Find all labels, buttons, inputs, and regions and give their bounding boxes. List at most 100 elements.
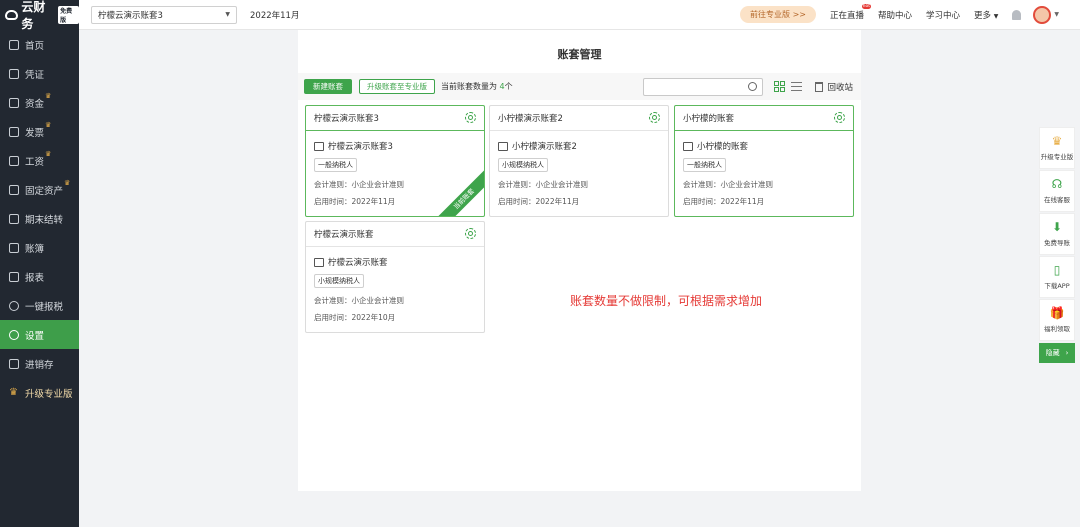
account-count-suffix: 个: [504, 82, 513, 91]
account-select[interactable]: 柠檬云演示账套3 ▼: [91, 5, 237, 24]
sidebar-item-ledger[interactable]: 账簿: [0, 233, 79, 262]
hide-label: 隐藏: [1045, 349, 1060, 357]
account-card[interactable]: 柠檬云演示账套 柠檬云演示账套 小规模纳税人 会计准则：小企业会计准则 启用时间…: [305, 221, 485, 333]
fund-icon: [9, 97, 19, 108]
chevron-down-icon: ▼: [993, 12, 999, 20]
sidebar-item-label: 设置: [25, 330, 45, 342]
gear-icon[interactable]: [465, 228, 476, 239]
sidebar-item-fixed-asset[interactable]: 固定资产 ♛: [0, 175, 79, 204]
chevron-down-icon[interactable]: ▼: [1054, 11, 1059, 18]
search-input[interactable]: [643, 77, 764, 96]
crown-icon: ♛: [1051, 134, 1063, 148]
card-header: 柠檬云演示账套: [306, 222, 484, 247]
crown-icon: ♛: [45, 150, 52, 158]
sidebar: 云财务 免费版 首页 凭证 资金 ♛ 发票 ♛ 工资 ♛ 固定资产 ♛ 期末结转 账簿 …: [0, 0, 79, 527]
accounting-standard: 会计准则：小企业会计准则: [314, 180, 404, 189]
sidebar-item-inventory[interactable]: 进销存: [0, 349, 79, 378]
account-management-panel: 账套管理 新建账套 升级账套至专业版 当前账套数量为 4个 回收站 柠檬云演示账…: [298, 30, 861, 491]
account-name: 小柠檬的账套: [697, 142, 749, 152]
salary-icon: [9, 155, 19, 166]
float-upgrade-pro[interactable]: ♛ 升级专业版: [1039, 127, 1075, 169]
list-view-icon[interactable]: [791, 82, 803, 91]
crown-icon: ♛: [64, 179, 71, 187]
annotation-note: 账套数量不做限制，可根据需求增加: [570, 294, 763, 308]
grid-view-icon[interactable]: [774, 81, 786, 92]
account-card[interactable]: 小柠檬演示账套2 小柠檬演示账套2 小规模纳税人 会计准则：小企业会计准则 启用…: [489, 105, 669, 217]
new-account-button[interactable]: 新建账套: [304, 79, 352, 94]
account-card[interactable]: 小柠檬的账套 小柠檬的账套 一般纳税人 会计准则：小企业会计准则 启用时间：20…: [674, 105, 854, 217]
float-online-service[interactable]: ☊ 在线客服: [1039, 170, 1075, 212]
toolbar: 新建账套 升级账套至专业版 当前账套数量为 4个 回收站: [298, 73, 861, 100]
period-end-icon: [9, 213, 19, 224]
home-icon: [9, 39, 19, 50]
float-label: 升级专业版: [1040, 153, 1074, 161]
sidebar-item-label: 凭证: [25, 69, 45, 81]
hot-badge: hot: [861, 3, 871, 9]
sidebar-item-label: 资金: [25, 98, 45, 110]
sidebar-item-label: 报表: [25, 272, 45, 284]
gear-icon[interactable]: [834, 112, 845, 123]
sidebar-item-tax[interactable]: 一键报税: [0, 291, 79, 320]
recycle-bin-link[interactable]: 回收站: [827, 81, 853, 93]
live-label: 正在直播: [829, 10, 864, 21]
float-download-app[interactable]: ▯ 下载APP: [1039, 256, 1075, 298]
account-name: 小柠檬演示账套2: [512, 142, 577, 152]
taxpayer-tag: 一般纳税人: [314, 158, 357, 172]
app-logo[interactable]: 云财务 免费版: [0, 0, 79, 31]
search-icon[interactable]: [748, 81, 758, 91]
card-header: 小柠檬的账套: [675, 106, 853, 131]
sidebar-item-salary[interactable]: 工资 ♛: [0, 146, 79, 175]
taxpayer-tag: 小规模纳税人: [314, 274, 364, 288]
start-date: 启用时间：2022年10月: [314, 313, 396, 322]
hide-button[interactable]: 隐藏 ›: [1039, 343, 1075, 363]
sidebar-item-settings[interactable]: 设置: [0, 320, 79, 349]
building-icon: [314, 141, 324, 151]
learning-center-link[interactable]: 学习中心: [926, 9, 960, 21]
tax-icon: [9, 300, 19, 311]
start-date: 启用时间：2022年11月: [498, 197, 580, 206]
account-name: 柠檬云演示账套3: [328, 142, 393, 152]
account-card[interactable]: 柠檬云演示账套3 柠檬云演示账套3 一般纳税人 会计准则：小企业会计准则 启用时…: [305, 105, 485, 217]
float-welfare[interactable]: 🎁 福利领取: [1039, 299, 1075, 341]
more-menu[interactable]: 更多 ▼: [974, 9, 998, 21]
crown-icon: ♛: [45, 92, 52, 100]
float-free-import[interactable]: ⬇ 免费导账: [1039, 213, 1075, 255]
gift-icon: 🎁: [1049, 306, 1065, 320]
taxpayer-tag: 小规模纳税人: [498, 158, 548, 172]
sidebar-item-invoice[interactable]: 发票 ♛: [0, 117, 79, 146]
upgrade-account-button[interactable]: 升级账套至专业版: [359, 79, 435, 94]
report-icon: [9, 271, 19, 282]
help-center-link[interactable]: 帮助中心: [878, 9, 912, 21]
building-icon: [683, 141, 693, 151]
sidebar-item-voucher[interactable]: 凭证: [0, 59, 79, 88]
accounting-standard: 会计准则：小企业会计准则: [314, 296, 404, 305]
taxpayer-tag: 一般纳税人: [683, 158, 726, 172]
page-title: 账套管理: [557, 48, 602, 61]
logo-text: 云财务: [21, 0, 46, 31]
crown-icon: ♛: [45, 121, 52, 129]
headset-icon: ☊: [1051, 177, 1063, 191]
building-icon: [498, 141, 508, 151]
user-avatar[interactable]: [1033, 5, 1052, 24]
sidebar-item-home[interactable]: 首页: [0, 30, 79, 59]
floating-toolbar: ♛ 升级专业版 ☊ 在线客服 ⬇ 免费导账 ▯ 下载APP 🎁 福利领取 隐藏 ›: [1039, 127, 1075, 363]
sidebar-item-label: 账簿: [25, 243, 45, 255]
start-date: 启用时间：2022年11月: [683, 197, 765, 206]
go-pro-button[interactable]: 前往专业版 >>: [740, 6, 816, 23]
float-label: 在线客服: [1044, 196, 1070, 204]
sidebar-item-report[interactable]: 报表: [0, 262, 79, 291]
phone-icon: ▯: [1053, 263, 1061, 277]
gear-icon[interactable]: [649, 112, 660, 123]
account-select-value: 柠檬云演示账套3: [98, 10, 163, 21]
live-link[interactable]: 正在直播 hot: [829, 3, 871, 21]
card-header: 小柠檬演示账套2: [490, 106, 668, 131]
gear-icon[interactable]: [465, 112, 476, 123]
sidebar-item-period-end[interactable]: 期末结转: [0, 204, 79, 233]
trash-icon[interactable]: [815, 81, 824, 92]
sidebar-item-label: 固定资产: [25, 185, 64, 197]
bell-icon[interactable]: [1012, 9, 1022, 20]
asset-icon: [9, 184, 19, 195]
sidebar-item-upgrade-pro[interactable]: ♛ 升级专业版: [0, 378, 79, 407]
edition-badge: 免费版: [58, 6, 79, 24]
sidebar-item-fund[interactable]: 资金 ♛: [0, 88, 79, 117]
